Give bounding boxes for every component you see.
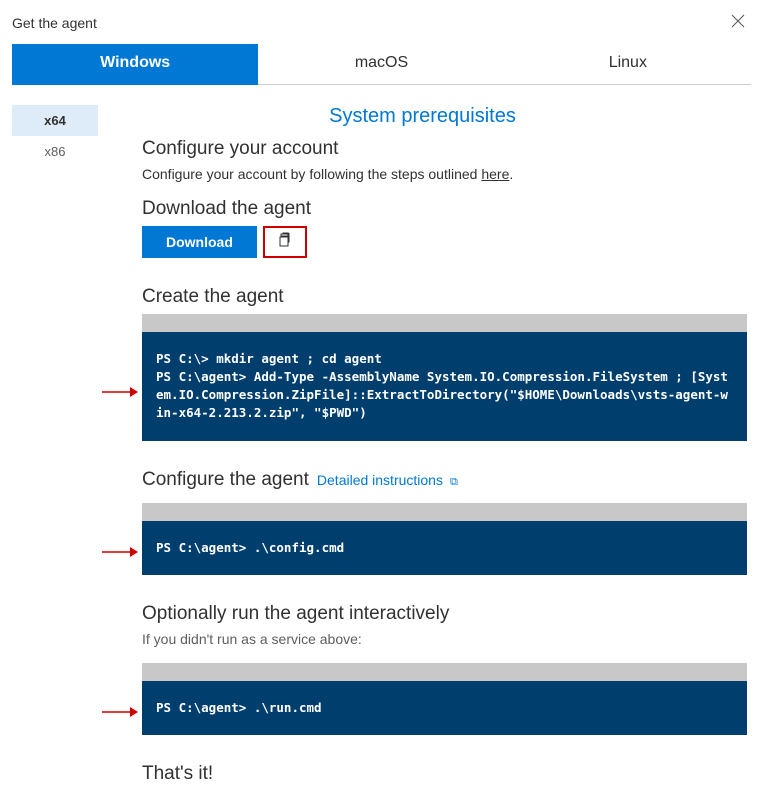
arch-sidebar: x64 x86 — [12, 85, 98, 791]
run-agent-subtext: If you didn't run as a service above: — [142, 631, 747, 647]
configure-agent-heading-row: Configure the agent Detailed instruction… — [142, 469, 747, 491]
run-agent-code[interactable]: PS C:\agent> .\run.cmd — [142, 681, 747, 735]
dialog-header: Get the agent — [0, 0, 763, 44]
close-icon — [731, 15, 745, 32]
arch-x86[interactable]: x86 — [12, 136, 98, 167]
annotation-arrow-icon — [102, 545, 138, 557]
configure-agent-code-block: PS C:\agent> .\config.cmd — [142, 503, 747, 575]
code-toolbar[interactable] — [142, 663, 747, 681]
download-button[interactable]: Download — [142, 226, 257, 258]
configure-account-heading: Configure your account — [142, 138, 747, 160]
system-prerequisites-link[interactable]: System prerequisites — [98, 105, 747, 128]
tab-linux[interactable]: Linux — [505, 44, 751, 85]
run-agent-code-block: PS C:\agent> .\run.cmd — [142, 663, 747, 735]
main-content: System prerequisites Configure your acco… — [98, 85, 751, 791]
configure-account-text: Configure your account by following the … — [142, 166, 747, 182]
configure-account-text-before: Configure your account by following the … — [142, 166, 481, 182]
annotation-arrow-icon — [102, 705, 138, 717]
create-agent-heading: Create the agent — [142, 286, 747, 308]
configure-account-text-after: . — [509, 166, 513, 182]
annotation-arrow-icon — [102, 385, 138, 397]
close-button[interactable] — [727, 10, 749, 36]
download-row: Download — [142, 226, 747, 258]
configure-account-here-link[interactable]: here — [481, 166, 509, 182]
copy-icon — [277, 232, 293, 253]
run-agent-heading: Optionally run the agent interactively — [142, 603, 747, 625]
tab-macos[interactable]: macOS — [258, 44, 504, 85]
detailed-instructions-label: Detailed instructions — [317, 472, 443, 488]
create-agent-code[interactable]: PS C:\> mkdir agent ; cd agent PS C:\age… — [142, 332, 747, 441]
code-toolbar[interactable] — [142, 503, 747, 521]
thats-it-heading: That's it! — [142, 763, 747, 785]
copy-url-button[interactable] — [263, 226, 307, 258]
detailed-instructions-link[interactable]: Detailed instructions ⧉ — [317, 472, 458, 489]
configure-agent-heading: Configure the agent — [142, 469, 309, 491]
create-agent-code-block: PS C:\> mkdir agent ; cd agent PS C:\age… — [142, 314, 747, 441]
os-tabs: Windows macOS Linux — [12, 44, 751, 85]
download-heading: Download the agent — [142, 198, 747, 220]
tab-windows[interactable]: Windows — [12, 44, 258, 85]
dialog-title: Get the agent — [12, 15, 97, 31]
configure-agent-code[interactable]: PS C:\agent> .\config.cmd — [142, 521, 747, 575]
external-link-icon: ⧉ — [447, 476, 458, 488]
arch-x64[interactable]: x64 — [12, 105, 98, 136]
code-toolbar[interactable] — [142, 314, 747, 332]
